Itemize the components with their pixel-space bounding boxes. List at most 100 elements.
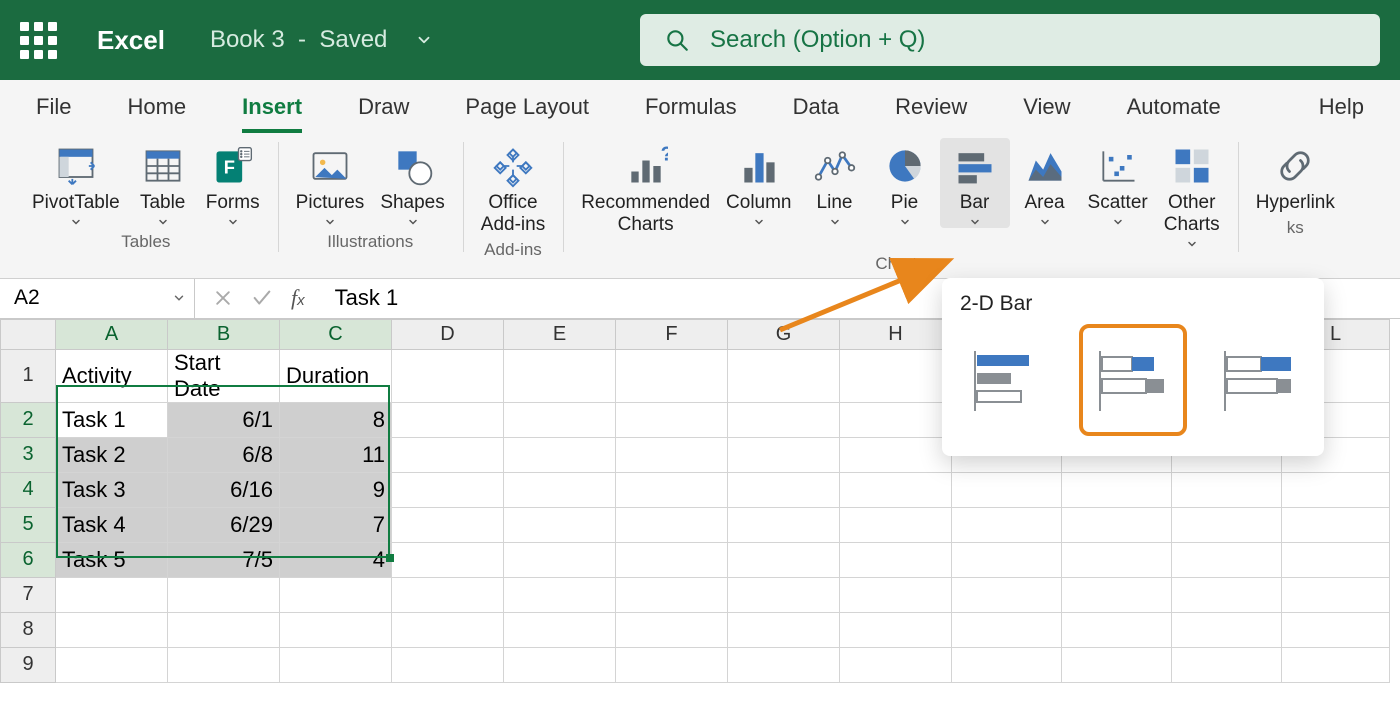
cancel-formula-icon[interactable]: [213, 288, 233, 308]
cell-H8[interactable]: [840, 612, 952, 647]
cell-G1[interactable]: [728, 349, 840, 402]
cell-K4[interactable]: [1172, 472, 1282, 507]
cell-D7[interactable]: [392, 577, 504, 612]
row-header-4[interactable]: 4: [1, 472, 56, 507]
column-header-F[interactable]: F: [616, 319, 728, 349]
addins-button[interactable]: Office Add-ins: [473, 138, 553, 236]
cell-H4[interactable]: [840, 472, 952, 507]
tab-home[interactable]: Home: [127, 84, 186, 132]
select-all-cell[interactable]: [1, 319, 56, 349]
cell-E5[interactable]: [504, 507, 616, 542]
cell-D8[interactable]: [392, 612, 504, 647]
cell-I9[interactable]: [952, 647, 1062, 682]
row-header-7[interactable]: 7: [1, 577, 56, 612]
shapes-button[interactable]: Shapes: [372, 138, 452, 228]
name-box-input[interactable]: [12, 285, 172, 311]
bar-option-100pct-stacked-bar[interactable]: [1209, 330, 1306, 430]
cell-F5[interactable]: [616, 507, 728, 542]
row-header-1[interactable]: 1: [1, 349, 56, 402]
cell-L7[interactable]: [1282, 577, 1390, 612]
cell-J5[interactable]: [1062, 507, 1172, 542]
cell-F9[interactable]: [616, 647, 728, 682]
cell-D5[interactable]: [392, 507, 504, 542]
cell-F8[interactable]: [616, 612, 728, 647]
cell-J9[interactable]: [1062, 647, 1172, 682]
cell-B5[interactable]: 6/29: [168, 507, 280, 542]
cell-E4[interactable]: [504, 472, 616, 507]
cell-B1[interactable]: Start Date: [168, 349, 280, 402]
cell-A8[interactable]: [56, 612, 168, 647]
cell-C6[interactable]: 4: [280, 542, 392, 577]
cell-A7[interactable]: [56, 577, 168, 612]
cell-J7[interactable]: [1062, 577, 1172, 612]
cell-B8[interactable]: [168, 612, 280, 647]
cell-I5[interactable]: [952, 507, 1062, 542]
cell-H9[interactable]: [840, 647, 952, 682]
tab-automate[interactable]: Automate: [1127, 84, 1221, 132]
cell-G8[interactable]: [728, 612, 840, 647]
cell-D3[interactable]: [392, 437, 504, 472]
cell-G6[interactable]: [728, 542, 840, 577]
cell-H7[interactable]: [840, 577, 952, 612]
name-box[interactable]: [0, 279, 195, 318]
row-header-8[interactable]: 8: [1, 612, 56, 647]
cell-E2[interactable]: [504, 402, 616, 437]
tab-formulas[interactable]: Formulas: [645, 84, 737, 132]
bar-option-clustered-bar[interactable]: [960, 330, 1057, 430]
cell-L5[interactable]: [1282, 507, 1390, 542]
cell-F4[interactable]: [616, 472, 728, 507]
tab-file[interactable]: File: [36, 84, 71, 132]
table-button[interactable]: Table: [128, 138, 198, 228]
cell-C8[interactable]: [280, 612, 392, 647]
cell-I7[interactable]: [952, 577, 1062, 612]
cell-F7[interactable]: [616, 577, 728, 612]
cell-I6[interactable]: [952, 542, 1062, 577]
cell-K6[interactable]: [1172, 542, 1282, 577]
cell-K5[interactable]: [1172, 507, 1282, 542]
cell-C5[interactable]: 7: [280, 507, 392, 542]
cell-L8[interactable]: [1282, 612, 1390, 647]
cell-L4[interactable]: [1282, 472, 1390, 507]
column-header-B[interactable]: B: [168, 319, 280, 349]
cell-A6[interactable]: Task 5: [56, 542, 168, 577]
cell-A5[interactable]: Task 4: [56, 507, 168, 542]
cell-F2[interactable]: [616, 402, 728, 437]
cell-G2[interactable]: [728, 402, 840, 437]
row-header-6[interactable]: 6: [1, 542, 56, 577]
search-input[interactable]: Search (Option + Q): [640, 14, 1380, 66]
bar-option-stacked-bar[interactable]: [1085, 330, 1182, 430]
bar-button[interactable]: Bar: [940, 138, 1010, 228]
pictures-button[interactable]: Pictures: [288, 138, 373, 228]
cell-A4[interactable]: Task 3: [56, 472, 168, 507]
cell-H5[interactable]: [840, 507, 952, 542]
column-button[interactable]: Column: [718, 138, 799, 228]
column-header-C[interactable]: C: [280, 319, 392, 349]
line-button[interactable]: Line: [800, 138, 870, 228]
cell-B9[interactable]: [168, 647, 280, 682]
fx-icon[interactable]: fx: [291, 285, 305, 311]
cell-C2[interactable]: 8: [280, 402, 392, 437]
cell-B7[interactable]: [168, 577, 280, 612]
pie-button[interactable]: Pie: [870, 138, 940, 228]
cell-E8[interactable]: [504, 612, 616, 647]
cell-H6[interactable]: [840, 542, 952, 577]
cell-C1[interactable]: Duration: [280, 349, 392, 402]
cell-F3[interactable]: [616, 437, 728, 472]
cell-K9[interactable]: [1172, 647, 1282, 682]
tab-insert[interactable]: Insert: [242, 84, 302, 132]
document-title[interactable]: Book 3 - Saved: [210, 26, 433, 54]
area-button[interactable]: Area: [1010, 138, 1080, 228]
cell-G9[interactable]: [728, 647, 840, 682]
column-header-E[interactable]: E: [504, 319, 616, 349]
row-header-5[interactable]: 5: [1, 507, 56, 542]
cell-J8[interactable]: [1062, 612, 1172, 647]
column-header-H[interactable]: H: [840, 319, 952, 349]
cell-E6[interactable]: [504, 542, 616, 577]
tab-draw[interactable]: Draw: [358, 84, 409, 132]
cell-A2[interactable]: Task 1: [56, 402, 168, 437]
cell-D2[interactable]: [392, 402, 504, 437]
scatter-button[interactable]: Scatter: [1080, 138, 1156, 228]
cell-B4[interactable]: 6/16: [168, 472, 280, 507]
cell-K8[interactable]: [1172, 612, 1282, 647]
hyperlink-button[interactable]: Hyperlink: [1248, 138, 1343, 214]
